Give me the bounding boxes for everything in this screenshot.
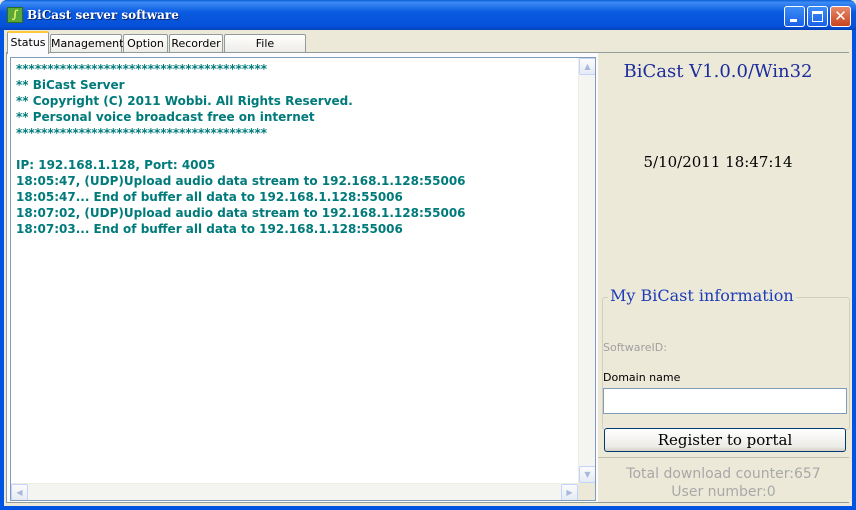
log-line: **************************************** (16, 126, 268, 140)
version-label: BiCast V1.0.0/Win32 (623, 61, 813, 82)
minimize-button[interactable] (784, 6, 805, 27)
chevron-right-icon: ▶ (566, 488, 573, 497)
register-to-portal-button[interactable]: Register to portal (604, 428, 846, 452)
app-icon[interactable]: ∫ (7, 7, 23, 23)
scroll-up-button[interactable]: ▲ (579, 58, 595, 75)
log-line: 18:05:47, (UDP)Upload audio data stream … (16, 174, 466, 188)
chevron-left-icon: ◀ (16, 488, 23, 497)
log-line: 18:05:47... End of buffer all data to 19… (16, 190, 403, 204)
log-line: ** BiCast Server (16, 78, 125, 92)
domain-name-input[interactable] (603, 388, 847, 414)
scroll-left-button[interactable]: ◀ (11, 484, 28, 500)
maximize-icon (812, 11, 823, 22)
group-title: My BiCast information (608, 286, 796, 305)
log-line: **************************************** (16, 62, 268, 76)
log-line: IP: 192.168.1.128, Port: 4005 (16, 158, 216, 172)
datetime-label: 5/10/2011 18:47:14 (643, 153, 793, 171)
log-line: ** Personal voice broadcast free on inte… (16, 110, 315, 124)
app-window: ∫ BiCast server software ✕ Status Manage… (0, 0, 856, 510)
close-icon: ✕ (834, 7, 847, 25)
tab-status[interactable]: Status (7, 31, 49, 54)
tab-file-information[interactable]: File information (224, 34, 306, 67)
user-number-label: User number:0 (671, 484, 776, 500)
software-id-label: SoftwareID: (603, 341, 667, 354)
scroll-right-button[interactable]: ▶ (561, 484, 578, 500)
tab-recorder[interactable]: Recorder (169, 34, 223, 53)
chevron-down-icon: ▼ (584, 470, 591, 479)
divider (598, 457, 849, 458)
log-line: 18:07:03... End of buffer all data to 19… (16, 222, 403, 236)
vertical-scrollbar[interactable]: ▲ ▼ (578, 58, 595, 483)
scroll-down-button[interactable]: ▼ (579, 466, 595, 483)
title-bar[interactable]: ∫ BiCast server software ✕ (0, 0, 856, 30)
info-panel: BiCast V1.0.0/Win32 5/10/2011 18:47:14 M… (598, 53, 850, 502)
close-button[interactable]: ✕ (830, 6, 851, 27)
window-client-area: Status Management Option Recorder File i… (4, 30, 852, 506)
stats-block: Total download counter:657 User number:0 (598, 465, 849, 501)
log-lines: ****************************************… (16, 61, 576, 237)
log-line: ** Copyright (C) 2011 Wobbi. All Rights … (16, 94, 353, 108)
horizontal-scrollbar[interactable]: ◀ ▶ (11, 483, 578, 500)
download-counter-label: Total download counter:657 (626, 466, 821, 482)
log-line: 18:07:02, (UDP)Upload audio data stream … (16, 206, 466, 220)
tab-option[interactable]: Option (123, 34, 168, 53)
minimize-icon (790, 19, 797, 22)
window-title: BiCast server software (27, 8, 179, 22)
scrollbar-corner (578, 483, 595, 500)
domain-name-label: Domain name (603, 371, 681, 384)
chevron-up-icon: ▲ (584, 62, 591, 71)
maximize-button[interactable] (807, 6, 828, 27)
status-tab-panel: ****************************************… (6, 52, 850, 503)
log-textarea[interactable]: ****************************************… (10, 57, 596, 501)
tab-management[interactable]: Management (50, 34, 123, 53)
